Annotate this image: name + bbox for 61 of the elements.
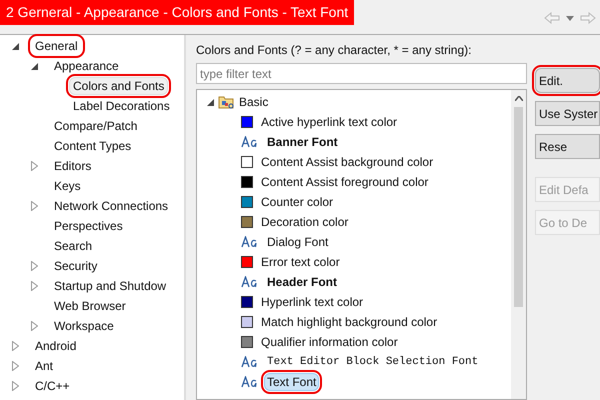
tree-item[interactable]: General bbox=[31, 37, 82, 55]
tree-item[interactable]: Content Assist foreground color bbox=[258, 173, 432, 191]
category-label[interactable]: Basic bbox=[239, 95, 268, 109]
tree-item[interactable]: Text Font bbox=[264, 373, 320, 391]
tree-item[interactable]: Editors bbox=[50, 157, 96, 175]
tree-item[interactable]: Banner Font bbox=[264, 133, 341, 151]
tree-item[interactable]: Workspace bbox=[50, 317, 118, 335]
tree-item[interactable]: Content Types bbox=[50, 137, 136, 155]
tree-item[interactable]: Colors and Fonts bbox=[69, 77, 168, 95]
tree-item[interactable]: Ant bbox=[31, 357, 58, 375]
tree-item[interactable]: Hyperlink text color bbox=[258, 293, 366, 311]
tree-item[interactable]: Error text color bbox=[258, 253, 343, 271]
tree-item[interactable]: Label Decorations bbox=[69, 97, 174, 115]
filter-field[interactable]: type filter text bbox=[196, 63, 527, 84]
font-icon bbox=[241, 356, 259, 368]
expanded-arrow-icon[interactable] bbox=[12, 42, 19, 50]
tree-item[interactable]: Web Browser bbox=[50, 297, 130, 315]
action-button[interactable]: Use Syster bbox=[535, 101, 600, 126]
forward-arrow-icon[interactable] bbox=[580, 12, 596, 24]
tree-item[interactable]: Qualifier information color bbox=[258, 333, 401, 351]
tree-item[interactable]: Header Font bbox=[264, 273, 340, 291]
expanded-arrow-icon[interactable] bbox=[31, 62, 38, 70]
tree-item[interactable]: Content Assist background color bbox=[258, 153, 436, 171]
section-heading: Colors and Fonts (? = any character, * = any string): bbox=[196, 43, 472, 59]
tree-item[interactable]: Counter color bbox=[258, 193, 336, 211]
scrollbar[interactable] bbox=[511, 90, 526, 399]
tree-item[interactable]: Appearance bbox=[50, 57, 123, 75]
tree-item[interactable]: Network Connections bbox=[50, 197, 172, 215]
back-arrow-icon[interactable] bbox=[544, 12, 560, 24]
folder-icon bbox=[218, 94, 235, 110]
tree-item[interactable]: Active hyperlink text color bbox=[258, 113, 400, 131]
dropdown-caret-icon[interactable] bbox=[566, 16, 574, 20]
tree-item[interactable]: Compare/Patch bbox=[50, 117, 142, 135]
tree-item[interactable]: Startup and Shutdow bbox=[50, 277, 170, 295]
tree-item[interactable]: Security bbox=[50, 257, 102, 275]
tree-item[interactable]: C/C++ bbox=[31, 377, 74, 395]
collapsed-arrow-icon[interactable] bbox=[31, 161, 38, 171]
tree-item[interactable]: Keys bbox=[50, 177, 85, 195]
collapsed-arrow-icon[interactable] bbox=[31, 321, 38, 331]
scroll-up-icon[interactable] bbox=[514, 96, 522, 101]
tree-item[interactable]: Search bbox=[50, 237, 96, 255]
window-title: 2 Gerneral - Appearance - Colors and Fonts - Text Font bbox=[0, 0, 354, 25]
action-button[interactable]: Rese bbox=[535, 134, 600, 159]
font-icon bbox=[241, 136, 259, 148]
font-icon bbox=[241, 276, 259, 288]
font-icon bbox=[241, 376, 259, 388]
collapsed-arrow-icon[interactable] bbox=[31, 281, 38, 291]
collapsed-arrow-icon[interactable] bbox=[12, 381, 19, 391]
tree-item[interactable]: Match highlight background color bbox=[258, 313, 440, 331]
collapsed-arrow-icon[interactable] bbox=[31, 261, 38, 271]
expanded-arrow-icon[interactable] bbox=[207, 98, 214, 106]
tree-item[interactable]: Text Editor Block Selection Font bbox=[264, 354, 482, 370]
tree-item[interactable]: Decoration color bbox=[258, 213, 352, 231]
collapsed-arrow-icon[interactable] bbox=[12, 361, 19, 371]
tree-item[interactable]: Dialog Font bbox=[264, 233, 332, 251]
tree-item[interactable]: Perspectives bbox=[50, 217, 127, 235]
action-button[interactable]: Edit. bbox=[535, 68, 600, 93]
font-icon bbox=[241, 236, 259, 248]
collapsed-arrow-icon[interactable] bbox=[12, 341, 19, 351]
tree-item[interactable]: Android bbox=[31, 337, 80, 355]
collapsed-arrow-icon[interactable] bbox=[31, 201, 38, 211]
